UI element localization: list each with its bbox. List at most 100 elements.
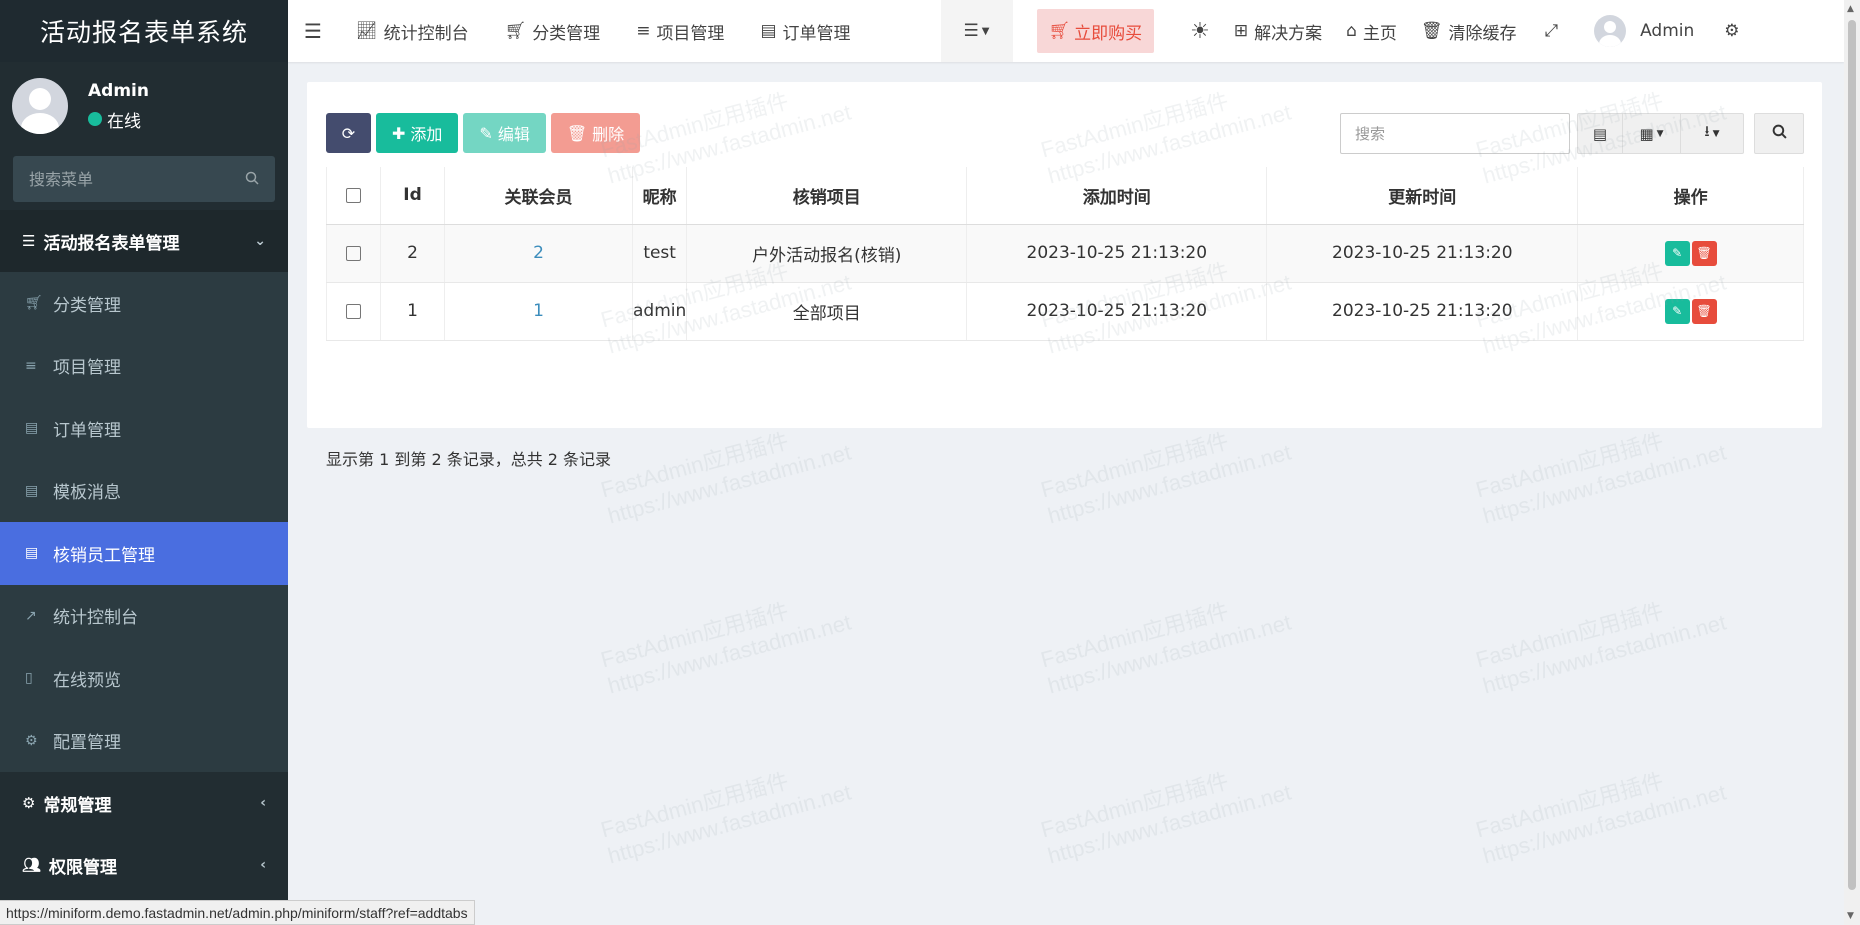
table-row[interactable]: 2 2 test 户外活动报名(核销) 2023-10-25 21:13:20 … [326,224,1804,283]
mobile-icon: ▯ [25,670,33,687]
watermark-line1: FastAdmin应用插件 [598,598,792,673]
cell-member-link[interactable]: 1 [444,282,633,341]
watermark-line1: FastAdmin应用插件 [1038,768,1232,843]
cell-project: 户外活动报名(核销) [686,224,967,283]
sidebar-group-general[interactable]: ⚙ 常规管理 ‹ [0,772,288,834]
advanced-search-button[interactable] [1754,113,1804,154]
sidebar-section-header[interactable]: ☰ 活动报名表单管理 ⌄ [0,210,288,272]
row-delete-button[interactable]: 🗑︎ [1691,240,1717,266]
table-row[interactable]: 1 1 admin 全部项目 2023-10-25 21:13:20 2023-… [326,282,1804,341]
chevron-left-icon: ‹ [260,795,266,811]
home-icon: ⌂ [1346,21,1357,41]
fullscreen-button[interactable]: ⤢ [1528,0,1574,62]
export-dropdown[interactable]: ⭳ ▼ [1681,113,1744,154]
cogs-icon: ⚙ [25,732,38,749]
toggle-view-button[interactable]: ▤ [1577,113,1623,154]
row-checkbox[interactable] [346,303,361,319]
sidebar-group-label: 常规管理 [43,795,112,816]
user-status: 在线 [88,107,149,132]
sidebar-item-staff[interactable]: ▤ 核销员工管理 [0,522,288,585]
tab-category[interactable]: 🛒︎ 分类管理 [487,0,619,62]
tab-label: 项目管理 [656,23,725,44]
cell-member-link[interactable]: 2 [444,224,633,283]
tab-dashboard[interactable]: 📈︎ 统计控制台 [338,0,487,62]
row-select-cell [326,282,381,341]
delete-button[interactable]: 🗑︎ 删除 [550,113,641,153]
column-header[interactable]: 昵称 [631,167,687,225]
sidebar-item-label: 项目管理 [53,358,121,379]
sidebar-item-category[interactable]: 🛒︎ 分类管理 [0,272,288,335]
vertical-scrollbar[interactable]: ▲ ▼ [1844,0,1860,925]
sidebar-toggle-button[interactable]: ☰ [288,0,338,62]
sidebar-item-preview[interactable]: ▯ 在线预览 [0,647,288,710]
search-icon[interactable] [245,170,259,189]
refresh-button[interactable]: ⟳ [326,113,371,153]
pencil-icon: ✎ [1672,245,1683,260]
table-search-input[interactable] [1340,113,1570,154]
cell-updated: 2023-10-25 21:13:20 [1266,224,1578,283]
theme-toggle-button[interactable]: ☀ [1178,0,1222,62]
row-edit-button[interactable]: ✎ [1664,240,1690,266]
select-all-checkbox[interactable] [346,187,361,203]
file-icon: ▤ [25,545,39,562]
refresh-icon: ⟳ [341,123,356,143]
home-link[interactable]: ⌂ 主页 [1334,0,1409,62]
pencil-icon: ✎ [1672,303,1683,318]
columns-dropdown[interactable]: ▦ ▼ [1623,113,1681,154]
sidebar-item-project[interactable]: ≡ 项目管理 [0,335,288,398]
column-header[interactable]: 更新时间 [1266,167,1578,225]
sidebar-group-auth[interactable]: 👥︎ 权限管理 ‹ [0,834,288,896]
sidebar-item-label: 模板消息 [53,483,121,504]
watermark-line2: https://www.fastadmin.net [1045,779,1294,869]
sidebar-item-template[interactable]: ▤ 模板消息 [0,460,288,523]
cell-updated: 2023-10-25 21:13:20 [1266,282,1578,341]
add-button[interactable]: ✚ 添加 [376,113,459,153]
user-panel: Admin 在线 [0,62,288,150]
cart-icon: 🛒︎ [504,21,527,41]
cart-icon: 🛒︎ [1048,21,1071,41]
buy-now-button[interactable]: 🛒︎ 立即购买 [1036,9,1155,53]
cart-icon: 🛒︎ [25,295,43,312]
user-status-text: 在线 [107,111,141,132]
tab-order[interactable]: ▤ 订单管理 [742,0,868,62]
column-header[interactable]: 添加时间 [966,167,1267,225]
sidebar-item-dashboard[interactable]: ↗ 统计控制台 [0,585,288,648]
scroll-down-icon[interactable]: ▼ [1847,911,1854,921]
avatar [1594,15,1627,47]
watermark-line2: https://www.fastadmin.net [605,609,854,699]
avatar [12,78,68,134]
table-tools: ▤ ▦▼ ⭳▼ [1340,113,1804,154]
sidebar-item-order[interactable]: ▤ 订单管理 [0,397,288,460]
watermark-line2: https://www.fastadmin.net [1045,439,1294,529]
table-header-row: Id 关联会员 昵称 核销项目 添加时间 更新时间 操作 [326,167,1804,225]
cell-id: 1 [380,282,445,341]
column-header[interactable]: 核销项目 [686,167,967,225]
clear-cache-button[interactable]: 🗑︎ 清除缓存 [1409,0,1529,62]
column-header[interactable]: Id [380,167,445,225]
sidebar: 活动报名表单系统 Admin 在线 ☰ 活动报名表单管理 ⌄ 🛒︎ 分类管理 ≡ 项目… [0,0,288,925]
menu-icon: ☰ [304,19,322,43]
row-delete-button[interactable]: 🗑︎ [1691,298,1717,324]
menu-search-input[interactable] [29,169,229,189]
list-icon: ≡ [25,357,37,374]
trash-icon: 🗑︎ [1420,21,1443,41]
search-icon [1772,124,1787,143]
edit-button[interactable]: ✎ 编辑 [463,113,546,153]
brand-title[interactable]: 活动报名表单系统 [0,0,288,62]
edit-label: 编辑 [497,125,530,144]
scroll-up-icon[interactable]: ▲ [1847,4,1854,14]
watermark: FastAdmin应用插件https://www.fastadmin.net [597,579,854,700]
more-tabs-dropdown[interactable]: ☰ ▼ [940,0,1013,62]
admin-user-menu[interactable]: Admin [1574,0,1714,62]
sidebar-item-config[interactable]: ⚙ 配置管理 [0,710,288,773]
row-edit-button[interactable]: ✎ [1664,298,1690,324]
solutions-link[interactable]: ⊞ 解决方案 [1222,0,1334,62]
watermark: FastAdmin应用插件https://www.fastadmin.net [1472,749,1729,870]
cell-actions: ✎ 🗑︎ [1577,224,1804,283]
tab-project[interactable]: ≡ 项目管理 [618,0,742,62]
chart-icon: 📈︎ [356,21,378,41]
settings-button[interactable]: ⚙ [1714,0,1749,62]
scrollbar-thumb[interactable] [1848,20,1856,890]
column-header[interactable]: 关联会员 [444,167,633,225]
row-checkbox[interactable] [346,245,361,261]
